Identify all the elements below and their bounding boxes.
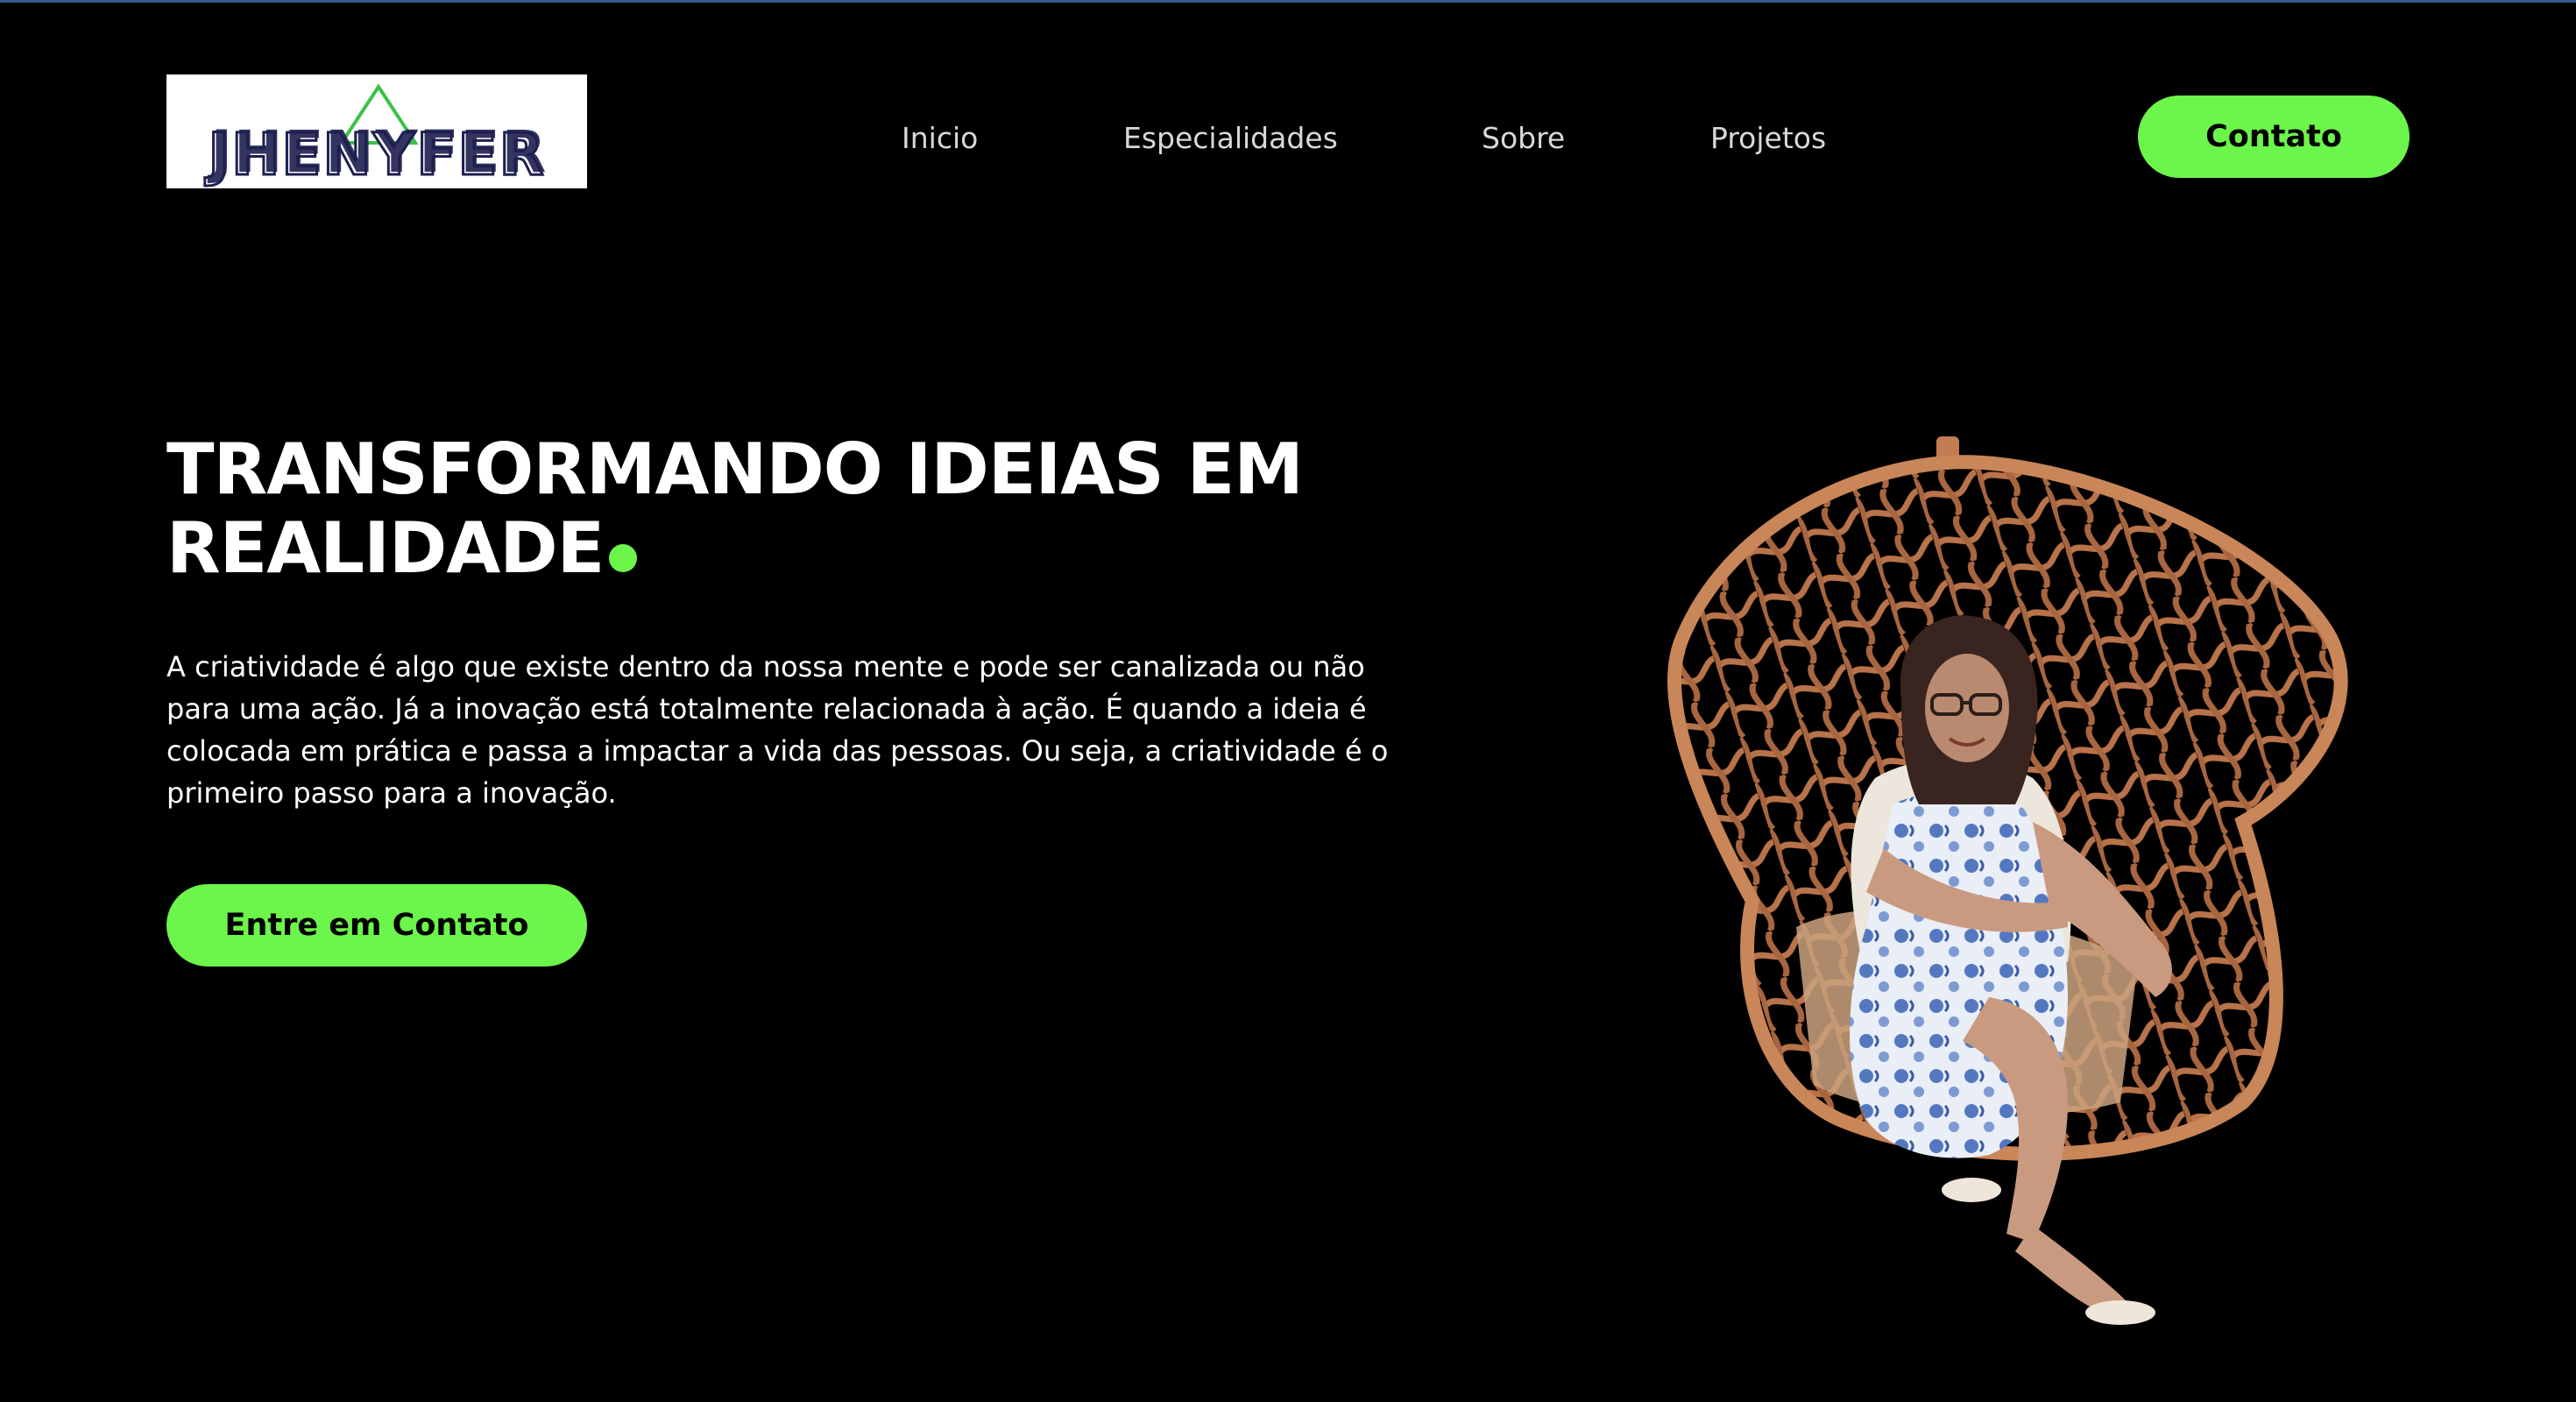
landing-page: JHENYFER JHENYFER Inicio Especialidades …	[0, 0, 2576, 1402]
nav-item-especialidades[interactable]: Especialidades	[1123, 114, 1338, 163]
hero-title-line2: REALIDADE	[166, 507, 605, 589]
hero-title: TRANSFORMANDO IDEIAS EM REALIDADE	[166, 430, 1393, 588]
logo-image: JHENYFER JHENYFER	[203, 83, 548, 188]
nav-item-projetos[interactable]: Projetos	[1710, 114, 1826, 163]
logo[interactable]: JHENYFER JHENYFER	[166, 74, 587, 188]
hero-title-line1: TRANSFORMANDO IDEIAS EM	[166, 428, 1304, 510]
hanging-chair-illustration	[1667, 436, 2348, 1325]
nav-item-sobre[interactable]: Sobre	[1482, 114, 1565, 163]
accent-dot-icon	[609, 544, 638, 572]
contact-button[interactable]: Contato	[2138, 96, 2410, 178]
get-in-touch-button[interactable]: Entre em Contato	[166, 884, 587, 967]
hero-description: A criatividade é algo que existe dentro …	[166, 650, 1389, 810]
hero-photo	[1577, 436, 2418, 1330]
logo-text: JHENYFER	[208, 118, 548, 186]
nav-item-inicio[interactable]: Inicio	[902, 114, 978, 163]
